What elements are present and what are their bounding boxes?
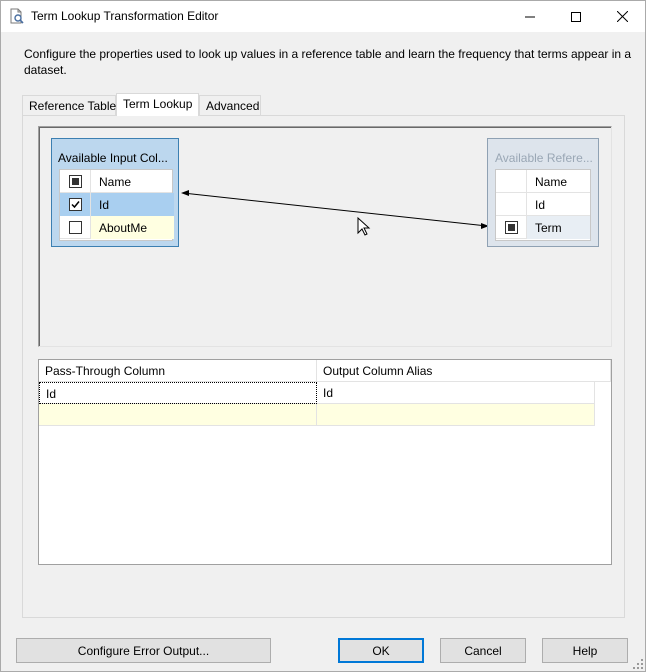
term-checkbox[interactable] [505, 221, 518, 234]
aboutme-checkbox[interactable] [69, 221, 82, 234]
dialog-description: Configure the properties used to look up… [24, 47, 632, 77]
available-input-columns-box[interactable]: Available Input Col... Name Id AboutMe [51, 138, 179, 247]
reference-columns-grid[interactable]: Name Id Term [495, 169, 591, 241]
name-column-header: Name [535, 175, 568, 189]
arrow-start-icon [181, 190, 189, 196]
maximize-icon [571, 11, 581, 22]
checkbox-cell [496, 193, 527, 216]
available-reference-columns-box[interactable]: Available Refere... Name Id Term [487, 138, 599, 247]
input-column-name: Id [91, 193, 174, 216]
reference-columns-title: Available Refere... [495, 151, 593, 165]
header-blank-cell [496, 170, 527, 193]
maximize-button[interactable] [553, 1, 599, 32]
grid-header-row: Pass-Through Column Output Column Alias [39, 360, 611, 382]
cancel-button[interactable]: Cancel [440, 638, 526, 663]
tab-advanced[interactable]: Advanced [199, 95, 261, 115]
input-columns-title: Available Input Col... [58, 151, 168, 165]
output-alias-cell[interactable]: Id [317, 382, 595, 404]
tab-term-lookup[interactable]: Term Lookup [116, 93, 199, 116]
reference-column-name: Term [527, 216, 590, 239]
window-title: Term Lookup Transformation Editor [31, 9, 219, 23]
minimize-icon [525, 16, 535, 17]
tab-reference-table[interactable]: Reference Table [22, 95, 116, 115]
document-search-icon [9, 8, 25, 25]
close-icon [616, 11, 628, 22]
checkmark-icon [71, 201, 80, 209]
reference-column-row-id[interactable]: Id [496, 193, 590, 216]
select-all-checkbox[interactable] [69, 175, 82, 188]
table-row[interactable]: Id Id [39, 382, 595, 404]
pass-through-grid[interactable]: Pass-Through Column Output Column Alias … [38, 359, 612, 565]
dialog-window: Term Lookup Transformation Editor Config… [0, 0, 646, 672]
help-button[interactable]: Help [542, 638, 628, 663]
select-all-cell[interactable] [60, 170, 91, 193]
resize-grip-icon[interactable] [633, 659, 643, 669]
input-columns-grid[interactable]: Name Id AboutMe [59, 169, 174, 241]
input-column-row-id[interactable]: Id [60, 193, 174, 216]
configure-error-output-button[interactable]: Configure Error Output... [16, 638, 271, 663]
column-mapping-area[interactable]: Available Input Col... Name Id AboutMe A… [38, 126, 612, 347]
new-pass-through-cell[interactable] [39, 404, 317, 426]
pass-through-column-cell[interactable]: Id [39, 382, 317, 404]
new-output-alias-cell[interactable] [317, 404, 595, 426]
output-column-alias-header[interactable]: Output Column Alias [317, 360, 611, 382]
name-column-header: Name [99, 175, 132, 189]
title-bar[interactable]: Term Lookup Transformation Editor [1, 1, 645, 32]
input-column-row-aboutme[interactable]: AboutMe [60, 216, 174, 239]
close-button[interactable] [599, 1, 645, 32]
input-column-name: AboutMe [91, 216, 174, 239]
mouse-cursor-icon [357, 217, 371, 236]
new-table-row[interactable] [39, 404, 595, 426]
reference-column-row-term[interactable]: Term [496, 216, 590, 239]
minimize-button[interactable] [507, 1, 553, 32]
checkbox-cell[interactable] [60, 193, 91, 216]
input-columns-header-row: Name [60, 170, 172, 193]
checkbox-cell[interactable] [60, 216, 91, 239]
pass-through-column-header[interactable]: Pass-Through Column [39, 360, 317, 382]
id-checkbox[interactable] [69, 198, 82, 211]
ok-button[interactable]: OK [338, 638, 424, 663]
checkbox-cell[interactable] [496, 216, 527, 239]
reference-columns-header-row: Name [496, 170, 590, 193]
reference-column-name: Id [535, 198, 546, 212]
term-lookup-panel: Available Input Col... Name Id AboutMe A… [22, 115, 625, 618]
